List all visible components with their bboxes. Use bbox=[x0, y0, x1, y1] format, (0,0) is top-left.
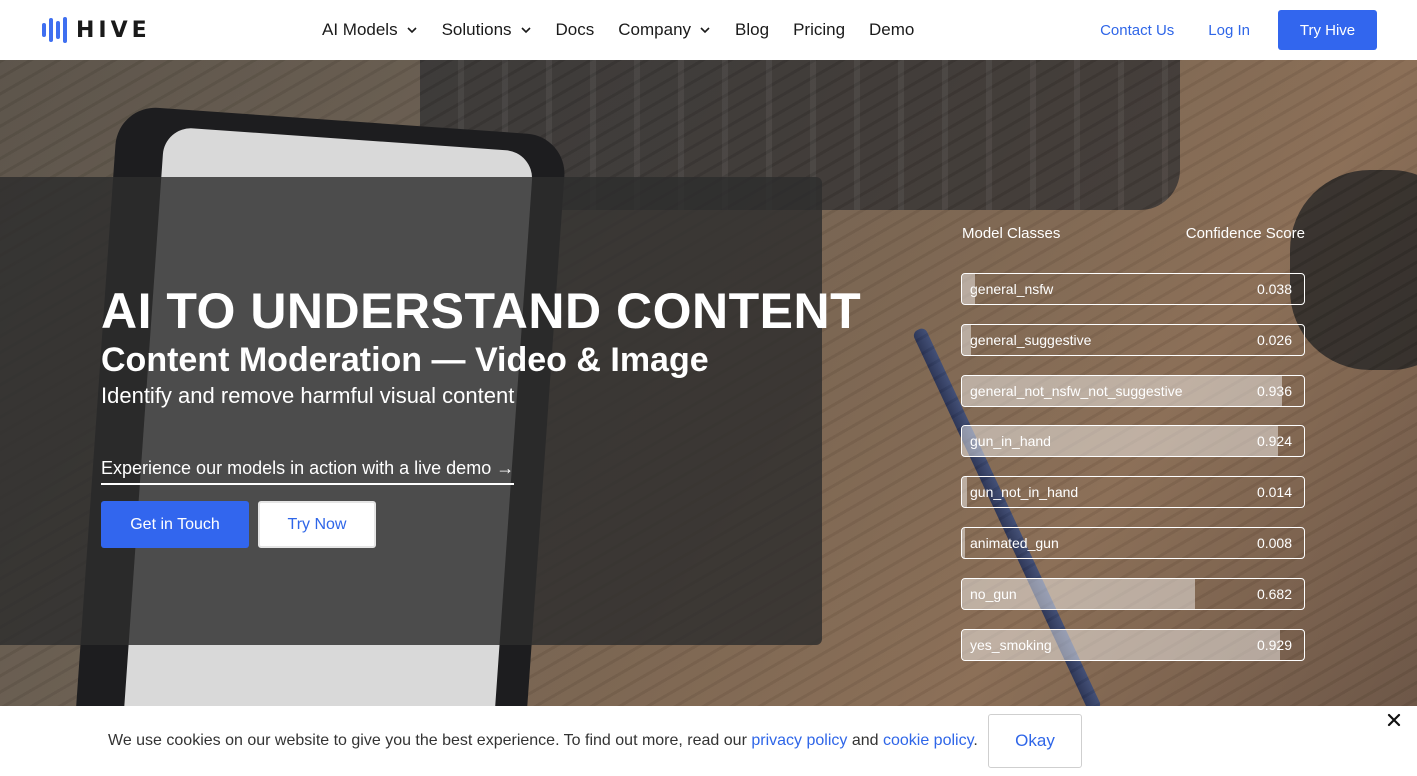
model-class-row: yes_smoking 0.929 bbox=[961, 628, 1305, 661]
hero-section: AI TO UNDERSTAND CONTENT Content Moderat… bbox=[0, 60, 1417, 720]
model-class-name: general_suggestive bbox=[970, 331, 1092, 348]
nav-actions: Contact Us Log In Try Hive bbox=[1100, 10, 1377, 50]
confidence-score: 0.929 bbox=[1256, 636, 1292, 653]
hero-title: AI TO UNDERSTAND CONTENT bbox=[101, 283, 862, 339]
nav-item-demo[interactable]: Demo bbox=[869, 20, 914, 40]
confidence-fill-bar bbox=[962, 477, 967, 508]
top-navbar: HIVE AI Models Solutions Docs Company Blog Pr… bbox=[0, 0, 1417, 60]
logo-bars-icon bbox=[42, 17, 67, 43]
nav-item-pricing[interactable]: Pricing bbox=[793, 20, 845, 40]
hero-overlay-panel bbox=[0, 177, 822, 645]
model-class-row: gun_not_in_hand 0.014 bbox=[961, 476, 1305, 509]
confidence-score: 0.682 bbox=[1256, 585, 1292, 602]
model-class-row: general_nsfw 0.038 bbox=[961, 273, 1305, 305]
nav-item-solutions[interactable]: Solutions bbox=[442, 20, 532, 40]
logo-text: HIVE bbox=[76, 17, 151, 43]
model-classes-header: Model Classes Confidence Score bbox=[962, 225, 1305, 242]
get-in-touch-button[interactable]: Get in Touch bbox=[101, 501, 249, 548]
try-hive-button[interactable]: Try Hive bbox=[1278, 10, 1377, 50]
model-class-name: animated_gun bbox=[970, 534, 1059, 551]
model-class-name: no_gun bbox=[970, 585, 1017, 602]
confidence-fill-bar bbox=[962, 527, 965, 558]
log-in-link[interactable]: Log In bbox=[1208, 22, 1250, 39]
chevron-down-icon bbox=[700, 27, 710, 34]
model-class-row: animated_gun 0.008 bbox=[961, 526, 1305, 559]
cookie-okay-button[interactable]: Okay bbox=[988, 714, 1082, 768]
hero-tagline: Identify and remove harmful visual conte… bbox=[101, 383, 515, 408]
main-menu: AI Models Solutions Docs Company Blog Pricing… bbox=[322, 0, 914, 60]
model-classes-label: Model Classes bbox=[962, 225, 1061, 242]
model-class-name: general_not_nsfw_not_suggestive bbox=[970, 382, 1183, 399]
model-class-row: general_suggestive 0.026 bbox=[961, 323, 1305, 356]
cookie-policy-link[interactable]: cookie policy bbox=[883, 732, 973, 749]
hero-subtitle: Content Moderation — Video & Image bbox=[101, 341, 709, 379]
cookie-message: We use cookies on our website to give yo… bbox=[108, 732, 978, 749]
model-class-name: yes_smoking bbox=[970, 636, 1052, 653]
confidence-score: 0.008 bbox=[1256, 534, 1292, 551]
model-class-row: gun_in_hand 0.924 bbox=[961, 425, 1305, 458]
hive-logo[interactable]: HIVE bbox=[42, 16, 151, 44]
confidence-score: 0.014 bbox=[1256, 484, 1292, 501]
nav-item-docs[interactable]: Docs bbox=[556, 20, 595, 40]
nav-item-ai-models[interactable]: AI Models bbox=[322, 20, 418, 40]
model-class-name: gun_not_in_hand bbox=[970, 484, 1079, 501]
model-classes-list: general_nsfw 0.038 general_suggestive 0.026… bbox=[961, 273, 1305, 679]
try-now-button[interactable]: Try Now bbox=[258, 501, 376, 548]
live-demo-link[interactable]: Experience our models in action with a l… bbox=[101, 458, 515, 485]
close-icon[interactable] bbox=[1386, 712, 1402, 728]
chevron-down-icon bbox=[520, 27, 531, 34]
model-class-row: general_not_nsfw_not_suggestive 0.936 bbox=[961, 374, 1305, 407]
confidence-score-label: Confidence Score bbox=[1185, 225, 1305, 242]
confidence-score: 0.038 bbox=[1256, 281, 1292, 297]
confidence-score: 0.026 bbox=[1256, 331, 1292, 348]
privacy-policy-link[interactable]: privacy policy bbox=[751, 732, 847, 749]
confidence-score: 0.924 bbox=[1256, 433, 1292, 450]
confidence-score: 0.936 bbox=[1256, 382, 1292, 399]
cookie-banner: We use cookies on our website to give yo… bbox=[0, 706, 1417, 776]
model-class-row: no_gun 0.682 bbox=[961, 577, 1305, 610]
model-class-name: general_nsfw bbox=[970, 281, 1054, 297]
chevron-down-icon bbox=[407, 27, 417, 34]
nav-item-company[interactable]: Company bbox=[618, 20, 711, 40]
nav-item-blog[interactable]: Blog bbox=[735, 20, 769, 40]
contact-us-link[interactable]: Contact Us bbox=[1100, 22, 1174, 39]
model-class-name: gun_in_hand bbox=[970, 433, 1051, 450]
